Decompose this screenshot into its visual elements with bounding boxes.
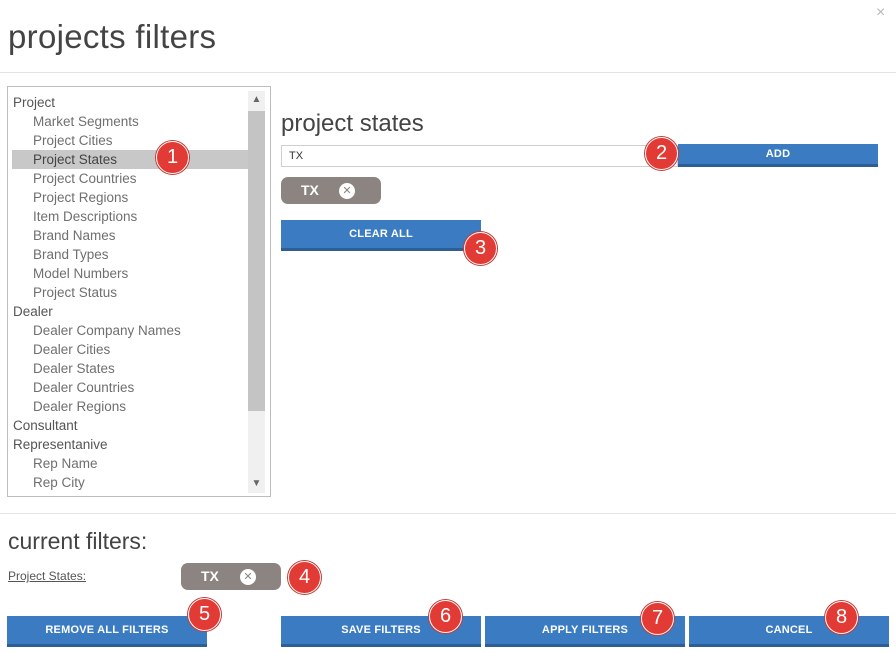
list-item[interactable]: Rep City	[12, 473, 248, 492]
list-item[interactable]: Brand Types	[12, 245, 248, 264]
callout-badge: 5	[188, 598, 221, 631]
list-group-header[interactable]: Dealer	[12, 302, 248, 321]
callout-badge: 3	[464, 232, 497, 265]
clear-all-button[interactable]: CLEAR ALL	[281, 220, 481, 251]
list-group-header[interactable]: Consultant	[12, 416, 248, 435]
list-item[interactable]: Project Regions	[12, 188, 248, 207]
remove-chip-icon[interactable]: ✕	[339, 183, 355, 199]
scroll-thumb[interactable]	[248, 111, 265, 411]
current-filters-title: current filters:	[8, 528, 148, 554]
page-title: projects filters	[8, 18, 217, 55]
scroll-up-icon[interactable]: ▲	[248, 91, 265, 109]
chip-label: TX	[201, 568, 219, 584]
list-item[interactable]: Project Status	[12, 283, 248, 302]
list-scrollbar[interactable]: ▲ ▼	[248, 91, 265, 493]
list-item[interactable]: Project Countries	[12, 169, 248, 188]
selected-state-chip: TX ✕	[281, 177, 381, 204]
callout-badge: 6	[429, 600, 462, 633]
list-item[interactable]: Rep Name	[12, 454, 248, 473]
callout-badge: 8	[825, 601, 858, 634]
add-button[interactable]: ADD	[678, 144, 878, 167]
list-item[interactable]: Dealer Countries	[12, 378, 248, 397]
remove-chip-icon[interactable]: ✕	[240, 569, 256, 585]
list-item[interactable]: Market Segments	[12, 112, 248, 131]
cancel-button[interactable]: CANCEL	[689, 616, 889, 647]
list-item[interactable]: Dealer Cities	[12, 340, 248, 359]
list-item[interactable]: Brand Names	[12, 226, 248, 245]
panel-title: project states	[281, 110, 424, 137]
list-item[interactable]: Dealer Regions	[12, 397, 248, 416]
callout-badge: 1	[156, 141, 189, 174]
scroll-down-icon[interactable]: ▼	[248, 475, 265, 493]
list-group-header[interactable]: Project	[12, 93, 248, 112]
callout-badge: 2	[645, 137, 678, 170]
close-icon[interactable]: ×	[876, 4, 885, 22]
list-item[interactable]: Item Descriptions	[12, 207, 248, 226]
current-filter-chip: TX ✕	[181, 563, 281, 590]
state-input[interactable]	[281, 145, 678, 167]
footer-divider	[0, 513, 896, 514]
list-group-header[interactable]: Representanive	[12, 435, 248, 454]
header-divider	[0, 72, 896, 73]
list-item[interactable]: Model Numbers	[12, 264, 248, 283]
current-filter-name[interactable]: Project States:	[8, 569, 86, 583]
list-item[interactable]: Dealer States	[12, 359, 248, 378]
chip-label: TX	[301, 182, 319, 198]
callout-badge: 4	[288, 561, 321, 594]
filter-category-list[interactable]: Project Market Segments Project Cities Proj…	[7, 86, 271, 497]
list-item[interactable]: Project Cities	[12, 131, 248, 150]
remove-all-filters-button[interactable]: REMOVE ALL FILTERS	[7, 616, 207, 647]
list-item[interactable]: Project States	[12, 150, 248, 169]
filter-category-items: Project Market Segments Project Cities Proj…	[12, 93, 248, 492]
callout-badge: 7	[641, 602, 674, 635]
list-item[interactable]: Dealer Company Names	[12, 321, 248, 340]
